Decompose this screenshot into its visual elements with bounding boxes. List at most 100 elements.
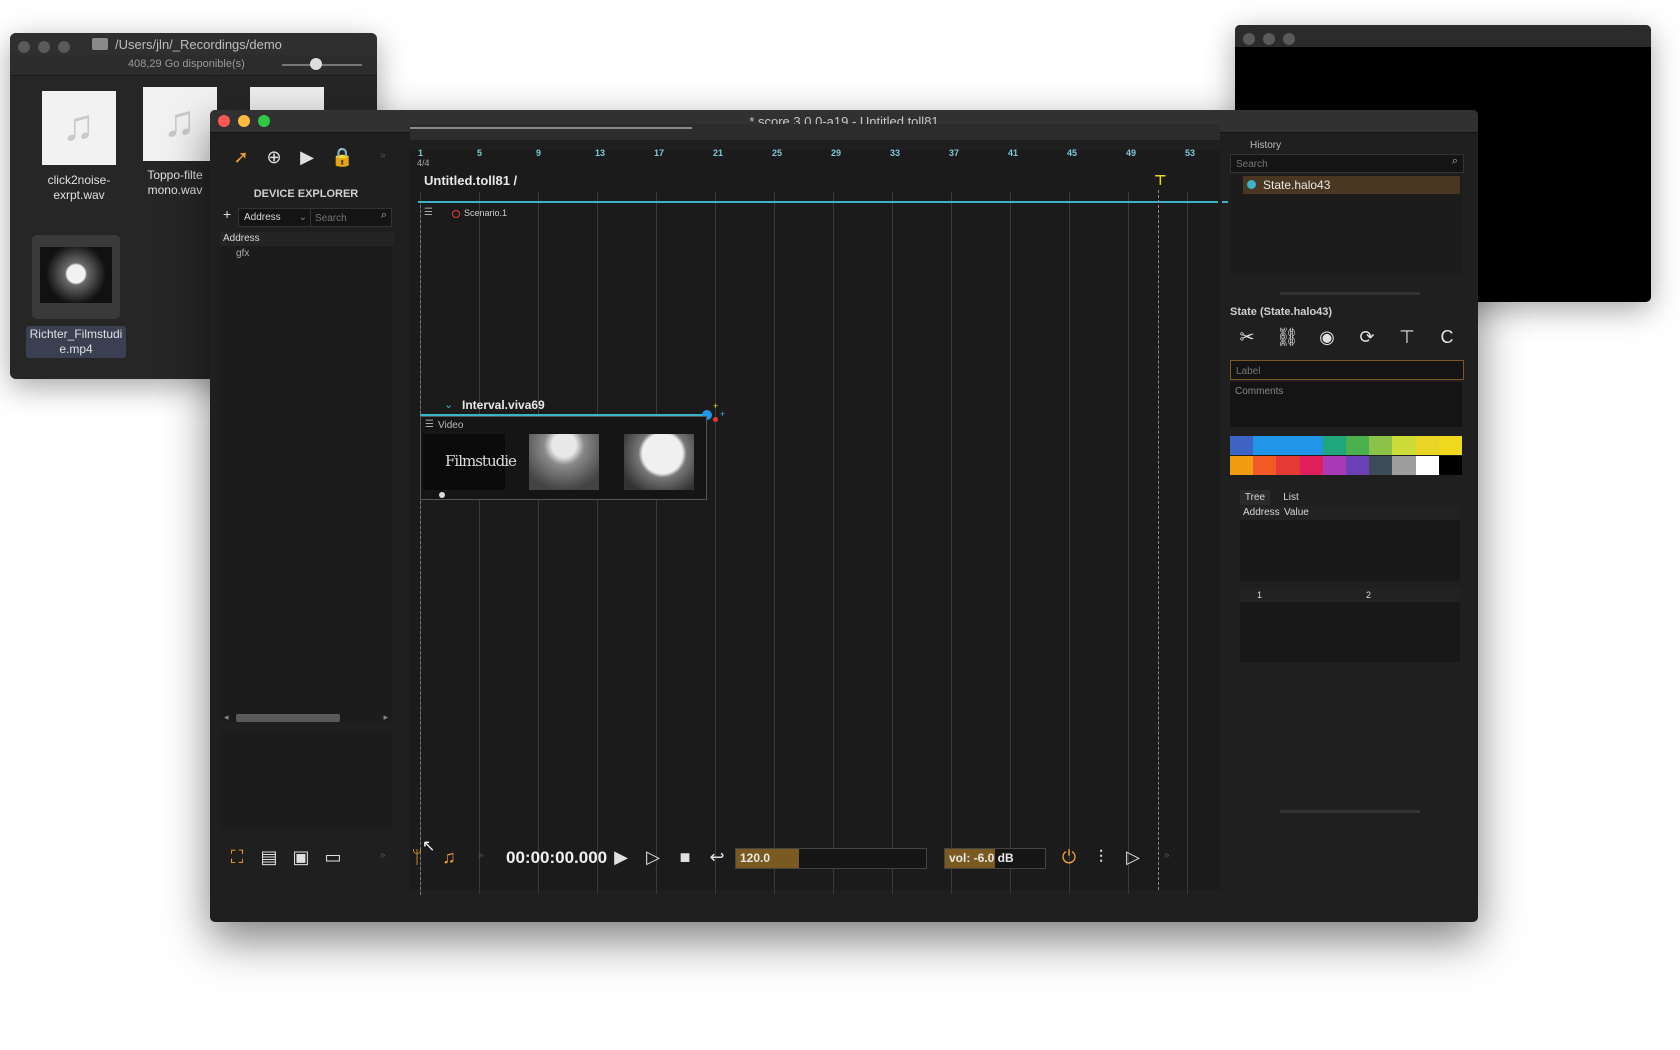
power-icon[interactable]: ⏻ xyxy=(1058,846,1080,868)
timeline-area[interactable] xyxy=(410,150,1220,890)
state-table[interactable]: Address Value xyxy=(1240,506,1460,581)
main-interval-line[interactable] xyxy=(418,201,1218,203)
color-swatch[interactable] xyxy=(1438,436,1463,455)
file-label-selected[interactable]: Richter_Filmstudi e.mp4 xyxy=(26,326,126,358)
add-state-icon[interactable]: + xyxy=(713,401,718,411)
split-icon[interactable]: ✂ xyxy=(1236,326,1258,348)
scroll-right-icon[interactable]: ▸ xyxy=(383,712,388,723)
process-handle[interactable] xyxy=(439,492,445,498)
select-tool-icon[interactable]: ➚ xyxy=(230,146,252,168)
timeline-minimap[interactable] xyxy=(410,124,1220,140)
color-swatch[interactable] xyxy=(1346,436,1370,455)
color-palette[interactable] xyxy=(1230,436,1463,476)
create-tool-icon[interactable]: ⊕ xyxy=(263,146,285,168)
color-swatch[interactable] xyxy=(1322,456,1347,475)
hamburger-icon[interactable]: ☰ xyxy=(424,207,433,218)
minimize-button[interactable] xyxy=(38,41,50,53)
color-swatch[interactable] xyxy=(1322,436,1347,455)
sub-table[interactable]: 1 2 xyxy=(1240,588,1460,662)
panel-collapse-icon[interactable]: » xyxy=(1164,850,1170,861)
video-process[interactable]: ☰ Video Filmstudie xyxy=(420,416,707,500)
color-swatch[interactable] xyxy=(1415,456,1440,475)
curve-icon[interactable]: C xyxy=(1436,326,1458,348)
add-process-icon[interactable]: + xyxy=(720,409,725,419)
close-button[interactable] xyxy=(18,41,30,53)
comments-field[interactable]: Comments xyxy=(1230,382,1462,427)
refresh-icon[interactable]: ⟳ xyxy=(1356,326,1378,348)
minimize-button[interactable] xyxy=(1263,33,1275,45)
file-label[interactable]: click2noise-exrpt.wav xyxy=(24,173,134,203)
library-icon[interactable]: ▣ xyxy=(290,846,312,868)
reinitialize-icon[interactable]: ↩ xyxy=(706,846,728,868)
color-swatch[interactable] xyxy=(1369,456,1393,475)
tempo-slider[interactable]: 120.0 xyxy=(735,848,927,869)
icon-size-slider-knob[interactable] xyxy=(310,58,322,70)
stop-icon[interactable]: ■ xyxy=(674,846,696,868)
tab-list[interactable]: List xyxy=(1276,490,1306,505)
trigger-icon[interactable]: ⊤ xyxy=(1154,172,1167,189)
file-label[interactable]: Toppo-filte mono.wav xyxy=(130,168,220,198)
color-swatch[interactable] xyxy=(1299,456,1324,475)
address-select[interactable]: Address ⌄ xyxy=(238,208,312,227)
audio-file-icon[interactable]: ♫ xyxy=(143,87,217,161)
icon-size-slider[interactable] xyxy=(282,64,362,66)
panel-collapse-icon[interactable]: » xyxy=(380,850,386,861)
branch-icon[interactable]: ᛘ xyxy=(406,846,428,868)
color-swatch[interactable] xyxy=(1438,456,1463,475)
console-icon[interactable]: ▷ xyxy=(1122,846,1144,868)
color-swatch[interactable] xyxy=(1276,436,1301,455)
close-button[interactable] xyxy=(1243,33,1255,45)
mixer-icon[interactable]: ⫶ xyxy=(1090,846,1112,868)
graph-view-icon[interactable]: ▤ xyxy=(258,846,280,868)
play-tool-icon[interactable]: ▶ xyxy=(296,146,318,168)
color-swatch[interactable] xyxy=(1276,456,1301,475)
panel-collapse-icon[interactable]: » xyxy=(380,150,386,161)
breadcrumb[interactable]: Untitled.toll81 / xyxy=(424,173,517,188)
horizontal-scrollbar[interactable] xyxy=(236,714,340,722)
color-swatch[interactable] xyxy=(1253,456,1277,475)
lock-icon[interactable]: 🔒 xyxy=(331,146,353,168)
add-device-button[interactable]: + xyxy=(223,206,231,222)
play-icon[interactable]: ▶ xyxy=(610,846,632,868)
color-swatch[interactable] xyxy=(1346,456,1370,475)
tree-item-gfx[interactable]: gfx xyxy=(236,248,249,259)
color-swatch[interactable] xyxy=(1253,436,1277,455)
color-swatch[interactable] xyxy=(1299,436,1324,455)
music-note-icon[interactable]: ♫ xyxy=(438,846,460,868)
history-item-selected[interactable]: State.halo43 xyxy=(1243,176,1460,194)
device-search-input[interactable] xyxy=(313,210,373,226)
device-tree[interactable]: Address gfx ◂ ▸ xyxy=(220,232,395,723)
scroll-left-icon[interactable]: ◂ xyxy=(224,712,229,723)
volume-slider[interactable]: vol: -6.0 dB xyxy=(944,848,1046,869)
audio-file-icon[interactable]: ♫ xyxy=(42,91,116,165)
device-search-box[interactable]: ⌕ xyxy=(310,208,392,227)
color-swatch[interactable] xyxy=(1392,456,1417,475)
zoom-button[interactable] xyxy=(1283,33,1295,45)
trigger-icon[interactable]: ⊤ xyxy=(1396,326,1418,348)
tab-tree[interactable]: Tree xyxy=(1240,490,1270,505)
folder-icon[interactable]: ▭ xyxy=(322,846,344,868)
interval-label[interactable]: Interval.viva69 xyxy=(462,398,545,412)
history-search-input[interactable] xyxy=(1234,156,1438,172)
camera-icon[interactable]: ◉ xyxy=(1316,326,1338,348)
scenario-label[interactable]: Scenario.1 xyxy=(464,208,507,218)
remove-icon[interactable] xyxy=(713,417,718,422)
panel-collapse-icon[interactable]: » xyxy=(478,850,484,861)
color-swatch[interactable] xyxy=(1415,436,1440,455)
hamburger-icon[interactable]: ☰ xyxy=(425,419,434,430)
chevron-down-icon[interactable]: ⌄ xyxy=(444,398,453,411)
color-swatch[interactable] xyxy=(1230,456,1254,475)
color-swatch[interactable] xyxy=(1369,436,1393,455)
fit-view-icon[interactable]: ⛶ xyxy=(226,846,248,868)
play-from-here-icon[interactable]: ▷ xyxy=(642,846,664,868)
splitter-handle[interactable] xyxy=(1280,810,1420,813)
color-swatch[interactable] xyxy=(1230,436,1254,455)
history-search-box[interactable]: ⌕ xyxy=(1230,154,1464,173)
zoom-button[interactable] xyxy=(58,41,70,53)
color-swatch[interactable] xyxy=(1392,436,1417,455)
history-list[interactable]: State.halo43 xyxy=(1230,174,1462,274)
label-field[interactable] xyxy=(1230,360,1464,380)
splitter-handle[interactable] xyxy=(1280,292,1420,295)
label-input[interactable] xyxy=(1234,363,1458,379)
unlink-icon[interactable]: ⛓ xyxy=(1276,326,1299,348)
